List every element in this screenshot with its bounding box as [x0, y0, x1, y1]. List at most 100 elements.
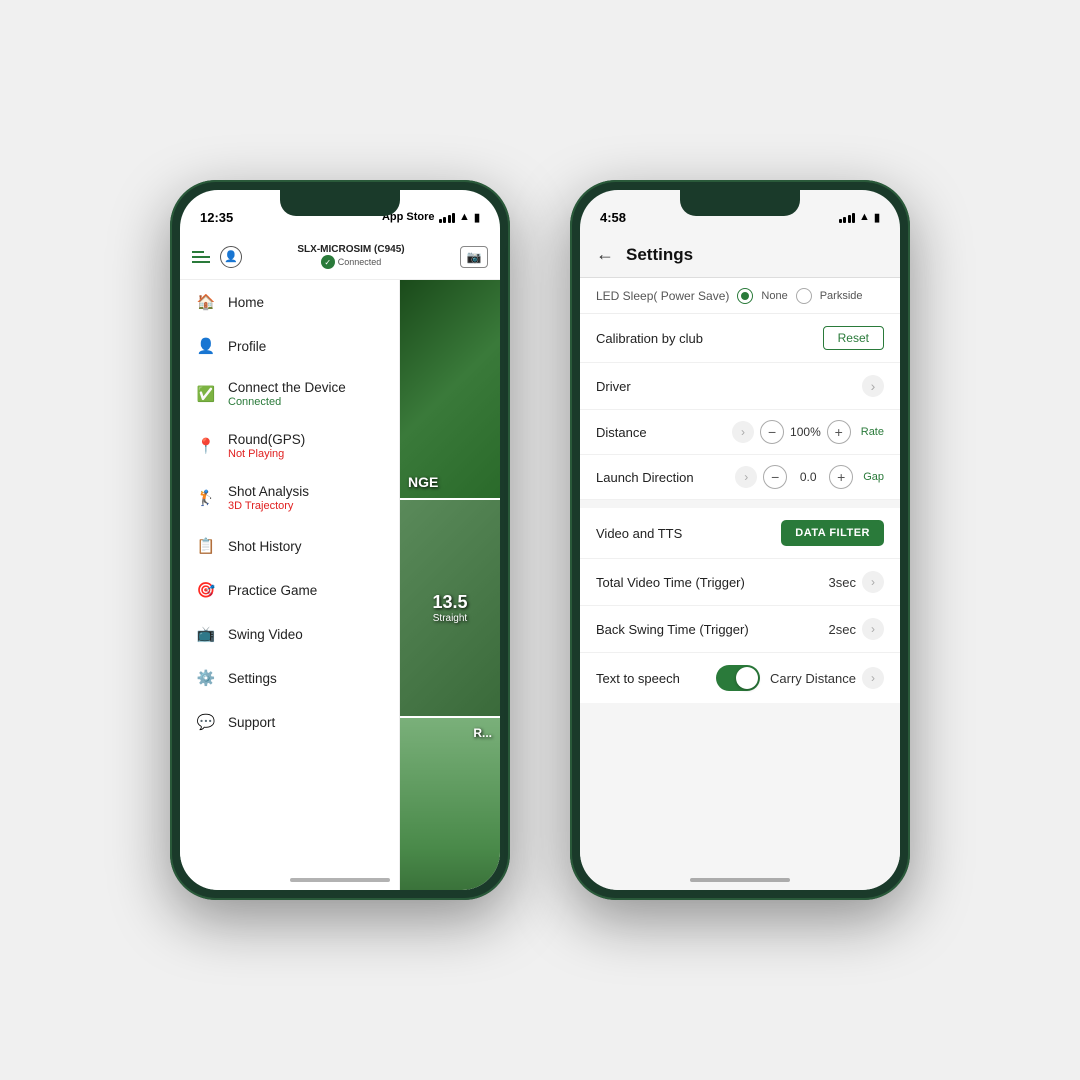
sidebar: 🏠 Home 👤 Profile ✅ Connect the Device C [180, 280, 400, 890]
calibration-row: Calibration by club Reset [580, 314, 900, 363]
calibration-label: Calibration by club [596, 331, 823, 346]
content-preview: NGE 13.5 Straight R... MORE... [400, 280, 500, 890]
launch-label: Launch Direction [596, 470, 735, 485]
sidebar-item-home[interactable]: 🏠 Home [180, 280, 399, 324]
connect-icon: ✅ [196, 384, 216, 404]
back-swing-row[interactable]: Back Swing Time (Trigger) 2sec › [580, 606, 900, 653]
sidebar-item-round[interactable]: 📍 Round(GPS) Not Playing [180, 420, 399, 472]
radio-dot [741, 292, 749, 300]
distance-plus-button[interactable]: + [827, 420, 851, 444]
sidebar-item-shot-history[interactable]: 📋 Shot History [180, 524, 399, 568]
tts-label: Text to speech [596, 671, 716, 686]
hamburger-line2 [192, 256, 210, 258]
battery-icon: ▮ [474, 211, 480, 224]
sidebar-item-profile[interactable]: 👤 Profile [180, 324, 399, 368]
led-radio-none[interactable] [737, 288, 753, 304]
carry-chevron-icon[interactable]: › [862, 667, 884, 689]
preview-block-3: R... MORE... [400, 716, 500, 890]
header-center: SLX-MICROSIM (C945) ✓ Connected [242, 244, 460, 269]
user-avatar[interactable]: 👤 [220, 246, 242, 268]
settings-header: ← Settings [580, 234, 900, 278]
total-video-label: Total Video Time (Trigger) [596, 575, 829, 590]
device-status: ✓ Connected [242, 255, 460, 269]
connected-icon: ✓ [321, 255, 335, 269]
launch-plus-button[interactable]: + [829, 465, 853, 489]
distance-value: 100% [790, 425, 821, 439]
battery-icon2: ▮ [874, 211, 880, 224]
profile-label: Profile [228, 339, 266, 354]
tts-toggle[interactable] [716, 665, 760, 691]
shot-history-label: Shot History [228, 539, 302, 554]
sidebar-item-practice-game[interactable]: 🎯 Practice Game [180, 568, 399, 612]
total-video-row[interactable]: Total Video Time (Trigger) 3sec › [580, 559, 900, 606]
time1: 12:35 [200, 210, 233, 225]
sidebar-item-settings[interactable]: ⚙️ Settings [180, 656, 399, 700]
connect-label: Connect the Device [228, 380, 346, 395]
phone2: 4:58 ▲ ▮ ← Settings LED Sleep( P [570, 180, 910, 900]
connect-sublabel: Connected [228, 396, 346, 408]
notch2 [680, 190, 800, 216]
notch1 [280, 190, 400, 216]
tts-row: Text to speech Carry Distance › [580, 653, 900, 703]
sidebar-item-support[interactable]: 💬 Support [180, 700, 399, 744]
swing-video-label: Swing Video [228, 627, 303, 642]
video-tts-row: Video and TTS DATA FILTER [580, 508, 900, 559]
launch-controls: › − 0.0 + Gap [735, 465, 884, 489]
reset-button[interactable]: Reset [823, 326, 884, 350]
round-label: Round(GPS) [228, 432, 305, 447]
shot-analysis-label: Shot Analysis [228, 484, 309, 499]
wifi-icon2: ▲ [859, 211, 870, 223]
hamburger-icon[interactable] [192, 251, 210, 263]
status-icons1: App Store ▲ ▮ [382, 211, 480, 224]
driver-row[interactable]: Driver › [580, 363, 900, 410]
signal-icon [439, 212, 456, 223]
header-left: 👤 [192, 246, 242, 268]
back-button[interactable]: ← [596, 244, 614, 265]
sidebar-item-shot-analysis[interactable]: 🏌️ Shot Analysis 3D Trajectory [180, 472, 399, 524]
back-swing-value: 2sec [829, 622, 856, 637]
launch-row: Launch Direction › − 0.0 + Gap [580, 455, 900, 500]
carry-distance-label: Carry Distance [770, 671, 856, 686]
round-icon: 📍 [196, 436, 216, 456]
led-sleep-row: LED Sleep( Power Save) None Parkside [580, 278, 900, 314]
led-radio-parkside[interactable] [796, 288, 812, 304]
back-swing-label: Back Swing Time (Trigger) [596, 622, 829, 637]
home-bar2 [690, 878, 790, 882]
hamburger-line1 [192, 251, 204, 253]
distance-label: Distance [596, 425, 732, 440]
toggle-knob [736, 667, 758, 689]
distance-suffix: Rate [861, 426, 884, 438]
video-tts-label: Video and TTS [596, 526, 781, 541]
launch-chevron-icon[interactable]: › [735, 466, 757, 488]
camera-button[interactable]: 📷 [460, 246, 488, 268]
sidebar-item-connect[interactable]: ✅ Connect the Device Connected [180, 368, 399, 420]
back-swing-chevron-icon: › [862, 618, 884, 640]
device-name: SLX-MICROSIM (C945) [242, 244, 460, 255]
home-icon: 🏠 [196, 292, 216, 312]
settings-title: Settings [626, 245, 693, 265]
led-sleep-label: LED Sleep( Power Save) [596, 289, 729, 303]
driver-label: Driver [596, 379, 862, 394]
signal-icon2 [839, 212, 856, 223]
launch-value: 0.0 [793, 470, 823, 484]
total-video-chevron-icon: › [862, 571, 884, 593]
led-option1: None [761, 290, 787, 302]
launch-minus-button[interactable]: − [763, 465, 787, 489]
data-filter-button[interactable]: DATA FILTER [781, 520, 884, 546]
preview-block-1: NGE [400, 280, 500, 498]
preview-image-2: 13.5 Straight [400, 500, 500, 716]
driver-chevron-icon: › [862, 375, 884, 397]
practice-game-icon: 🎯 [196, 580, 216, 600]
launch-suffix: Gap [863, 471, 884, 483]
preview-image-1: NGE [400, 280, 500, 498]
sidebar-item-swing-video[interactable]: 📺 Swing Video [180, 612, 399, 656]
practice-game-label: Practice Game [228, 583, 317, 598]
status-icons2: ▲ ▮ [839, 211, 880, 224]
distance-minus-button[interactable]: − [760, 420, 784, 444]
shot-history-icon: 📋 [196, 536, 216, 556]
swing-video-icon: 📺 [196, 624, 216, 644]
support-label: Support [228, 715, 275, 730]
distance-row: Distance › − 100% + Rate [580, 410, 900, 455]
time2: 4:58 [600, 210, 626, 225]
distance-chevron-icon[interactable]: › [732, 421, 754, 443]
